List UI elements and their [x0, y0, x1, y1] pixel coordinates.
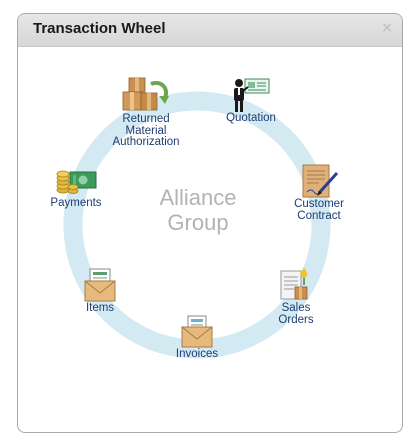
envelope-invoice-icon: [181, 315, 213, 348]
node-payments[interactable]: Payments: [44, 166, 108, 210]
customer-contract-line-1: Customer: [294, 198, 344, 210]
node-returned-material-authorization[interactable]: Returned Material Authorization: [103, 76, 189, 149]
contract-pen-icon: [302, 164, 339, 198]
center-line-1: Alliance: [159, 185, 237, 210]
invoices-label: Invoices: [175, 348, 219, 360]
transaction-wheel: Alliance Group Returned Material Authori…: [0, 0, 418, 440]
quotation-label: Quotation: [226, 112, 276, 124]
center-line-2: Group: [167, 210, 229, 235]
items-label: Items: [85, 302, 115, 314]
node-sales-orders[interactable]: Sales Orders: [266, 265, 326, 326]
payments-label: Payments: [50, 197, 102, 209]
customer-contract-line-2: Contract: [297, 209, 341, 222]
sales-orders-line-2: Orders: [278, 313, 314, 326]
sales-orders-label: Sales Orders: [266, 302, 326, 326]
node-customer-contract[interactable]: Customer Contract: [284, 161, 354, 222]
customer-contract-label: Customer Contract: [284, 198, 354, 222]
sales-order-icon: [280, 267, 308, 300]
envelope-items-icon: [84, 268, 116, 302]
center-company-name: Alliance Group: [120, 185, 276, 235]
sales-orders-line-1: Sales: [281, 302, 311, 314]
boxes-return-icon: [122, 77, 169, 111]
person-presenting-icon: [234, 78, 270, 112]
rma-label-line-1: Returned: [122, 113, 170, 125]
node-quotation[interactable]: Quotation: [216, 77, 286, 125]
rma-label-line-3: Authorization: [112, 136, 180, 148]
node-invoices[interactable]: Invoices: [167, 313, 227, 361]
rma-label: Returned Material Authorization: [103, 113, 189, 149]
node-items[interactable]: Items: [70, 267, 130, 315]
cash-coins-icon: [56, 170, 97, 194]
